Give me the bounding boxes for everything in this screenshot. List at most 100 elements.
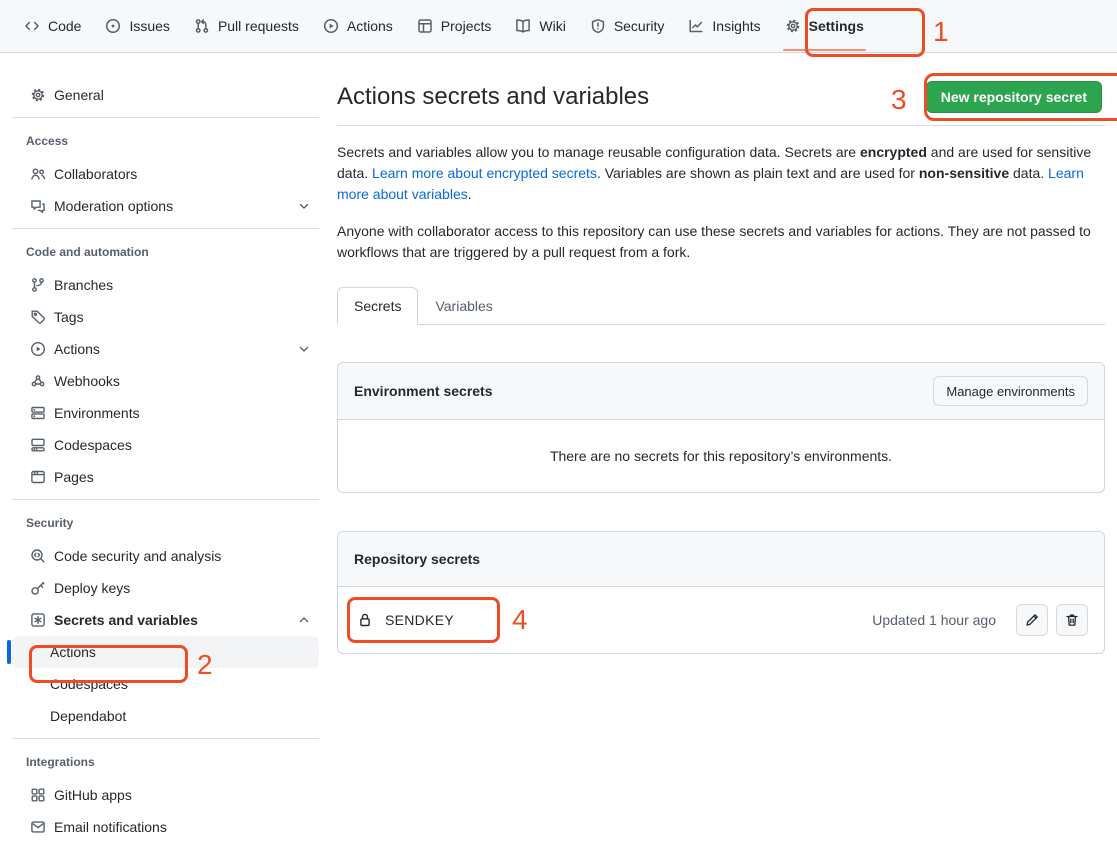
tab-security[interactable]: Security — [582, 0, 673, 52]
sidebar-item-email-notifications[interactable]: Email notifications — [12, 811, 319, 843]
tab-issues-label: Issues — [129, 18, 169, 34]
tab-pull-requests[interactable]: Pull requests — [186, 0, 307, 52]
sidebar-item-webhooks[interactable]: Webhooks — [12, 365, 319, 397]
tab-projects[interactable]: Projects — [409, 0, 500, 52]
chevron-down-icon — [297, 199, 311, 213]
repository-secrets-box: Repository secrets SENDKEY Updated 1 hou… — [337, 531, 1105, 654]
pencil-icon — [1024, 612, 1040, 628]
tab-variables[interactable]: Variables — [418, 287, 509, 324]
tab-actions[interactable]: Actions — [315, 0, 401, 52]
codescan-icon — [30, 548, 46, 564]
issue-opened-icon — [105, 18, 121, 34]
tab-issues[interactable]: Issues — [97, 0, 177, 52]
edit-secret-button[interactable] — [1016, 604, 1048, 636]
page-title: Actions secrets and variables — [337, 81, 649, 113]
tag-icon — [30, 309, 46, 325]
sidebar-item-deploy-keys[interactable]: Deploy keys — [12, 572, 319, 604]
sidebar-item-label: Secrets and variables — [54, 612, 198, 628]
browser-icon — [30, 469, 46, 485]
sidebar-item-label: Actions — [50, 644, 96, 660]
title-divider — [337, 125, 1105, 126]
sidebar-header-access: Access — [12, 134, 319, 148]
sidebar-item-label: Pages — [54, 469, 94, 485]
sidebar-divider — [12, 738, 319, 739]
tab-code[interactable]: Code — [16, 0, 89, 52]
shield-icon — [590, 18, 606, 34]
webhook-icon — [30, 373, 46, 389]
sidebar-subitem-dependabot[interactable]: Dependabot — [12, 700, 319, 732]
sidebar-item-environments[interactable]: Environments — [12, 397, 319, 429]
delete-secret-button[interactable] — [1056, 604, 1088, 636]
sidebar-item-branches[interactable]: Branches — [12, 269, 319, 301]
link-encrypted-secrets[interactable]: Learn more about encrypted secrets — [372, 165, 597, 181]
tab-wiki-label: Wiki — [539, 18, 565, 34]
graph-icon — [688, 18, 704, 34]
environment-secrets-empty-message: There are no secrets for this repository… — [338, 420, 1104, 492]
secrets-variables-tabnav: Secrets Variables — [337, 287, 1105, 325]
sidebar-item-secrets-variables[interactable]: Secrets and variables — [12, 604, 319, 636]
environment-secrets-title: Environment secrets — [354, 383, 493, 399]
apps-icon — [30, 787, 46, 803]
gear-icon — [30, 87, 46, 103]
table-icon — [417, 18, 433, 34]
sidebar-item-label: Moderation options — [54, 198, 173, 214]
sidebar-item-label: Codespaces — [50, 676, 128, 692]
tab-settings[interactable]: Settings — [777, 0, 872, 52]
tab-actions-label: Actions — [347, 18, 393, 34]
tab-wiki[interactable]: Wiki — [507, 0, 573, 52]
play-icon — [323, 18, 339, 34]
main-content: Actions secrets and variables New reposi… — [337, 53, 1105, 654]
code-icon — [24, 18, 40, 34]
trash-icon — [1064, 612, 1080, 628]
pull-request-icon — [194, 18, 210, 34]
key-asterisk-icon — [30, 612, 46, 628]
sidebar-item-general[interactable]: General — [12, 79, 319, 111]
sidebar-subitem-actions[interactable]: Actions — [12, 636, 319, 668]
sidebar-item-label: General — [54, 87, 104, 103]
play-icon — [30, 341, 46, 357]
tab-settings-label: Settings — [809, 18, 864, 34]
sidebar-item-label: Deploy keys — [54, 580, 130, 596]
sidebar-item-moderation-options[interactable]: Moderation options — [12, 190, 319, 222]
sidebar-item-code-security[interactable]: Code security and analysis — [12, 540, 319, 572]
intro-text: Secrets and variables allow you to manag… — [337, 142, 1105, 263]
sidebar-divider — [12, 499, 319, 500]
sidebar-header-security: Security — [12, 516, 319, 530]
mail-icon — [30, 819, 46, 835]
codespaces-icon — [30, 437, 46, 453]
sidebar-header-integrations: Integrations — [12, 755, 319, 769]
comment-discussion-icon — [30, 198, 46, 214]
key-icon — [30, 580, 46, 596]
tab-security-label: Security — [614, 18, 665, 34]
lock-icon — [357, 612, 373, 628]
intro-paragraph-2: Anyone with collaborator access to this … — [337, 221, 1097, 263]
sidebar-header-code-automation: Code and automation — [12, 245, 319, 259]
tab-insights-label: Insights — [712, 18, 760, 34]
sidebar-item-label: Collaborators — [54, 166, 137, 182]
sidebar-item-label: GitHub apps — [54, 787, 132, 803]
secret-updated-text: Updated 1 hour ago — [872, 612, 996, 628]
tab-pull-requests-label: Pull requests — [218, 18, 299, 34]
git-branch-icon — [30, 277, 46, 293]
sidebar-item-actions[interactable]: Actions — [12, 333, 319, 365]
manage-environments-button[interactable]: Manage environments — [933, 376, 1088, 406]
sidebar-subitem-codespaces[interactable]: Codespaces — [12, 668, 319, 700]
sidebar-item-collaborators[interactable]: Collaborators — [12, 158, 319, 190]
sidebar-item-tags[interactable]: Tags — [12, 301, 319, 333]
sidebar-item-label: Environments — [54, 405, 140, 421]
tab-secrets[interactable]: Secrets — [337, 287, 418, 325]
sidebar-item-label: Actions — [54, 341, 100, 357]
sidebar-item-label: Webhooks — [54, 373, 120, 389]
sidebar-item-codespaces[interactable]: Codespaces — [12, 429, 319, 461]
secret-name: SENDKEY — [385, 612, 454, 628]
chevron-up-icon — [297, 613, 311, 627]
sidebar-item-label: Email notifications — [54, 819, 167, 835]
tab-insights[interactable]: Insights — [680, 0, 768, 52]
new-repository-secret-button[interactable]: New repository secret — [926, 81, 1102, 113]
repo-tab-nav: Code Issues Pull requests Actions Projec… — [0, 0, 1117, 53]
sidebar-item-pages[interactable]: Pages — [12, 461, 319, 493]
chevron-down-icon — [297, 342, 311, 356]
repository-secrets-title: Repository secrets — [354, 551, 480, 567]
tab-projects-label: Projects — [441, 18, 492, 34]
sidebar-item-github-apps[interactable]: GitHub apps — [12, 779, 319, 811]
